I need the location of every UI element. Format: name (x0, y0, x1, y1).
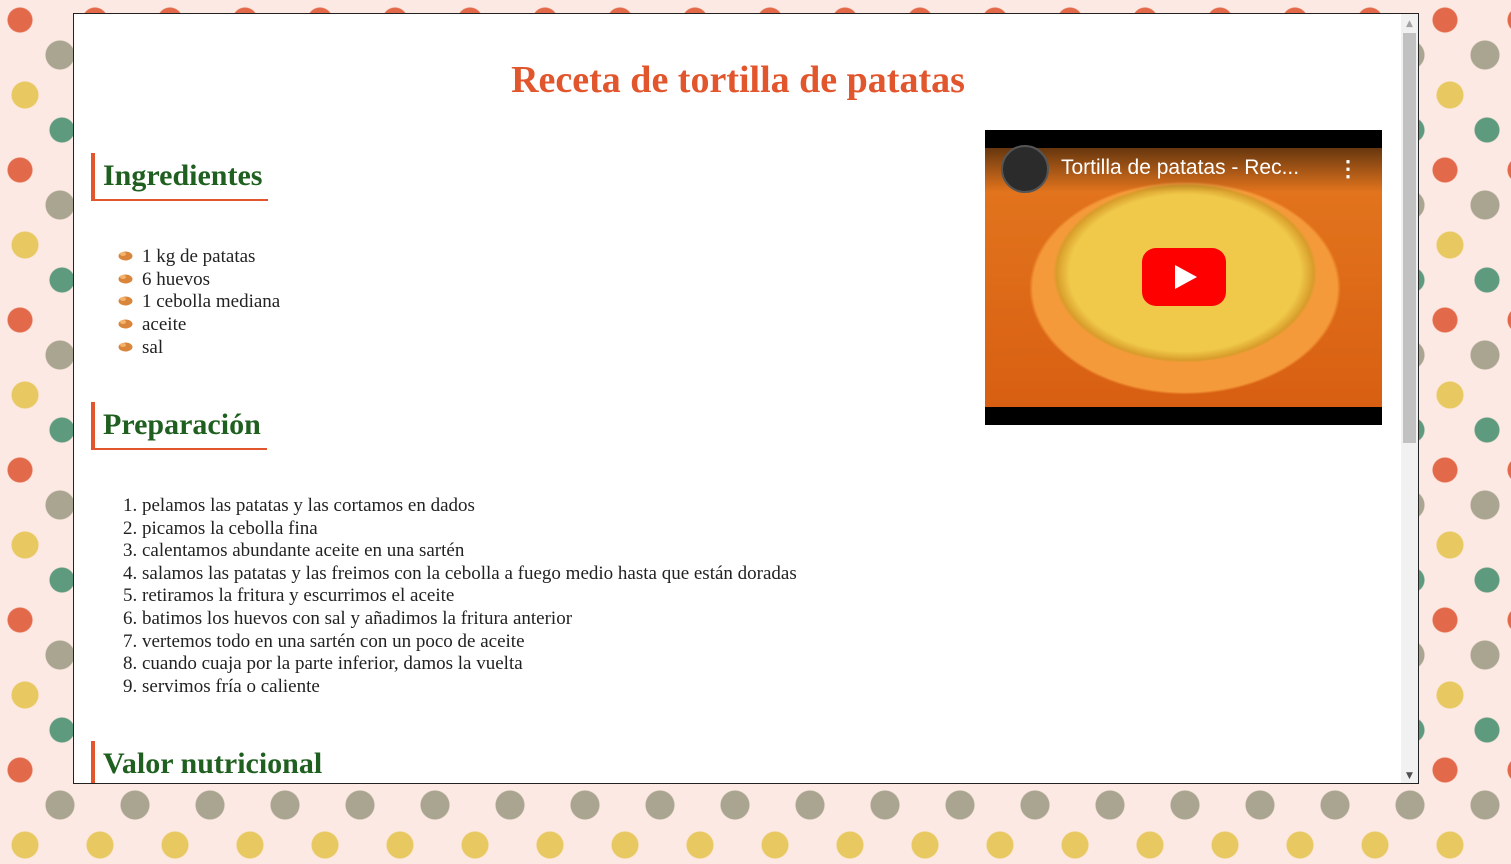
potato-bullet-icon (118, 251, 133, 261)
list-item: vertemos todo en una sartén con un poco … (142, 631, 797, 654)
vertical-scrollbar[interactable]: ▲ ▼ (1401, 14, 1418, 783)
list-item: salamos las patatas y las freimos con la… (142, 563, 797, 586)
page-content: Receta de tortilla de patatas Ingredient… (74, 14, 1402, 783)
ingredients-list: 1 kg de patatas 6 huevos 1 cebolla media… (118, 246, 280, 360)
list-item: cuando cuaja por la parte inferior, damo… (142, 653, 797, 676)
list-item: 1 kg de patatas (118, 246, 280, 269)
list-item: pelamos las patatas y las cortamos en da… (142, 495, 797, 518)
potato-bullet-icon (118, 296, 133, 306)
nutrition-heading: Valor nutricional (91, 741, 328, 783)
preparation-heading: Preparación (91, 402, 267, 450)
list-item: servimos fría o caliente (142, 676, 797, 699)
potato-bullet-icon (118, 319, 133, 329)
scrollbar-thumb[interactable] (1403, 33, 1416, 443)
potato-bullet-icon (118, 274, 133, 284)
recipe-page: Receta de tortilla de patatas Ingredient… (73, 13, 1419, 784)
ingredient-text: 1 cebolla mediana (142, 291, 281, 313)
youtube-video-embed[interactable]: Tortilla de patatas - Rec... ⋮ (985, 130, 1382, 425)
list-item: sal (118, 337, 280, 360)
list-item: aceite (118, 314, 280, 337)
ingredient-text: 1 kg de patatas (142, 246, 256, 267)
list-item: 6 huevos (118, 269, 280, 292)
ingredient-text: 6 huevos (142, 268, 211, 290)
more-options-icon[interactable]: ⋮ (1337, 156, 1359, 182)
preparation-steps-list: pelamos las patatas y las cortamos en da… (118, 495, 797, 698)
list-item: picamos la cebolla fina (142, 518, 797, 541)
channel-avatar-icon[interactable] (1001, 145, 1049, 193)
list-item: batimos los huevos con sal y añadimos la… (142, 608, 797, 631)
ingredient-text: sal (142, 336, 164, 358)
scroll-down-arrow-icon[interactable]: ▼ (1401, 768, 1418, 783)
page-title: Receta de tortilla de patatas (511, 59, 965, 101)
list-item: retiramos la fritura y escurrimos el ace… (142, 585, 797, 608)
ingredient-text: aceite (142, 314, 187, 336)
play-button-icon[interactable] (1142, 248, 1226, 306)
potato-bullet-icon (118, 342, 133, 352)
video-title[interactable]: Tortilla de patatas - Rec... (1061, 156, 1299, 180)
ingredients-heading: Ingredientes (91, 153, 269, 201)
scroll-up-arrow-icon[interactable]: ▲ (1401, 14, 1418, 31)
list-item: calentamos abundante aceite en una sarté… (142, 540, 797, 563)
list-item: 1 cebolla mediana (118, 291, 280, 314)
